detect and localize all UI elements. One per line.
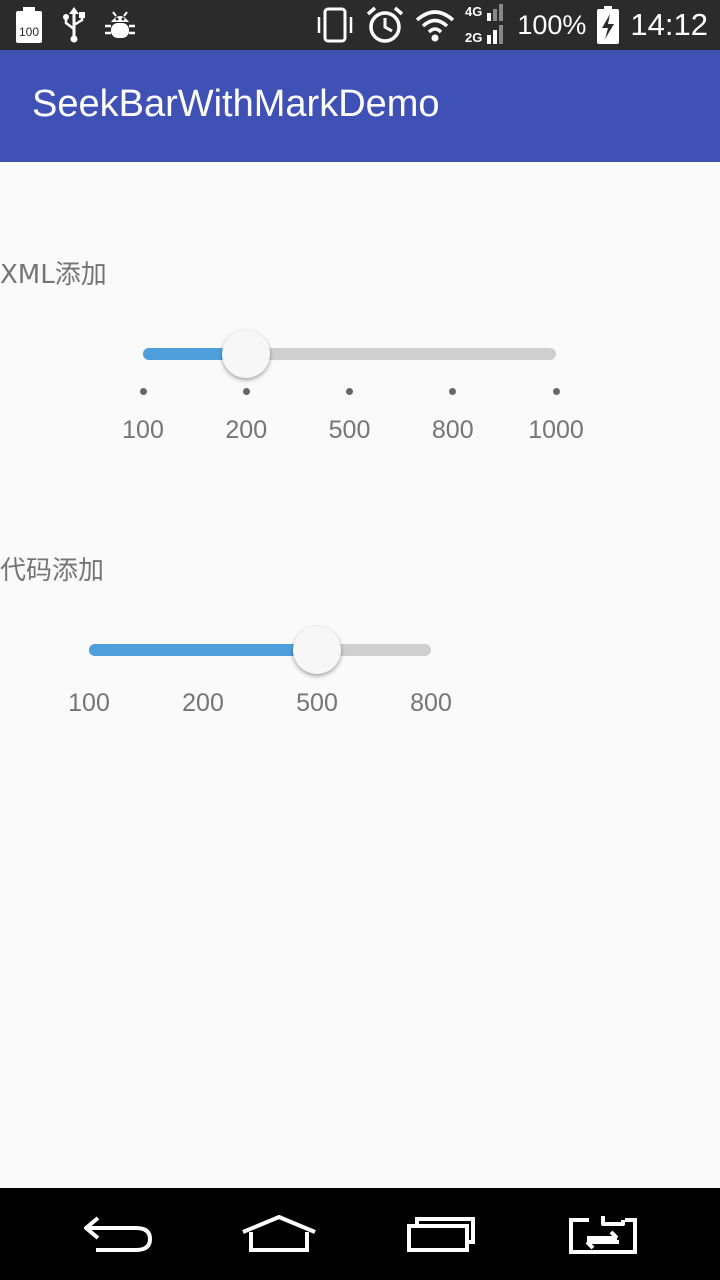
battery-100-icon: 100 — [14, 6, 44, 44]
mark-label[interactable]: 100 — [98, 416, 188, 445]
status-bar: 100 4G 2G 100% 14:12 — [0, 0, 720, 50]
seekbar-thumb[interactable] — [222, 330, 271, 378]
mark-label[interactable]: 800 — [386, 689, 476, 718]
switch-button[interactable] — [566, 1210, 640, 1258]
mark-label[interactable]: 800 — [408, 416, 498, 445]
seekbar-track[interactable] — [89, 644, 431, 656]
seekbar-progress — [89, 644, 317, 656]
mark-dot — [449, 388, 457, 395]
switch-icon — [569, 1216, 637, 1254]
app-bar: SeekBarWithMarkDemo — [0, 50, 720, 162]
home-icon — [242, 1215, 316, 1252]
seekbar-thumb[interactable] — [293, 626, 341, 674]
status-bar-right: 4G 2G 100% 14:12 — [315, 0, 708, 50]
mark-label[interactable]: 1000 — [511, 416, 601, 445]
navigation-bar — [0, 1188, 720, 1280]
recents-icon — [407, 1217, 475, 1252]
mark-label[interactable]: 200 — [158, 689, 248, 718]
seekbar-xml[interactable]: 100 200 500 800 1000 — [0, 320, 720, 450]
seekbar-code[interactable]: 100 200 500 800 — [0, 618, 720, 728]
back-button[interactable] — [80, 1210, 156, 1258]
wifi-icon — [415, 8, 455, 42]
status-bar-left: 100 — [14, 6, 136, 44]
mark-label[interactable]: 500 — [305, 416, 395, 445]
mark-dot — [139, 388, 147, 395]
section-label-xml: XML添加 — [0, 260, 107, 290]
debug-bug-icon — [104, 8, 136, 42]
battery-percent: 100% — [517, 9, 587, 40]
mark-dot — [242, 388, 250, 395]
battery-badge: 100 — [19, 25, 39, 39]
usb-icon — [62, 7, 86, 43]
app-title: SeekBarWithMarkDemo — [32, 83, 440, 125]
home-button[interactable] — [240, 1210, 318, 1258]
network-top-label: 4G — [465, 4, 482, 19]
mark-label[interactable]: 100 — [44, 689, 134, 718]
network-bottom-label: 2G — [465, 30, 482, 45]
mark-dot — [346, 388, 353, 395]
status-time: 14:12 — [630, 7, 708, 42]
seekbar-track[interactable] — [143, 348, 556, 360]
alarm-icon — [365, 5, 405, 45]
signal-icon: 4G 2G — [465, 2, 507, 48]
recents-button[interactable] — [405, 1210, 477, 1258]
mark-label[interactable]: 500 — [272, 689, 362, 718]
vibrate-icon — [315, 5, 355, 45]
mark-label[interactable]: 200 — [201, 416, 291, 445]
section-label-code: 代码添加 — [0, 556, 105, 586]
mark-dot — [552, 388, 560, 395]
back-icon — [84, 1216, 153, 1252]
battery-charging-icon — [596, 5, 620, 45]
